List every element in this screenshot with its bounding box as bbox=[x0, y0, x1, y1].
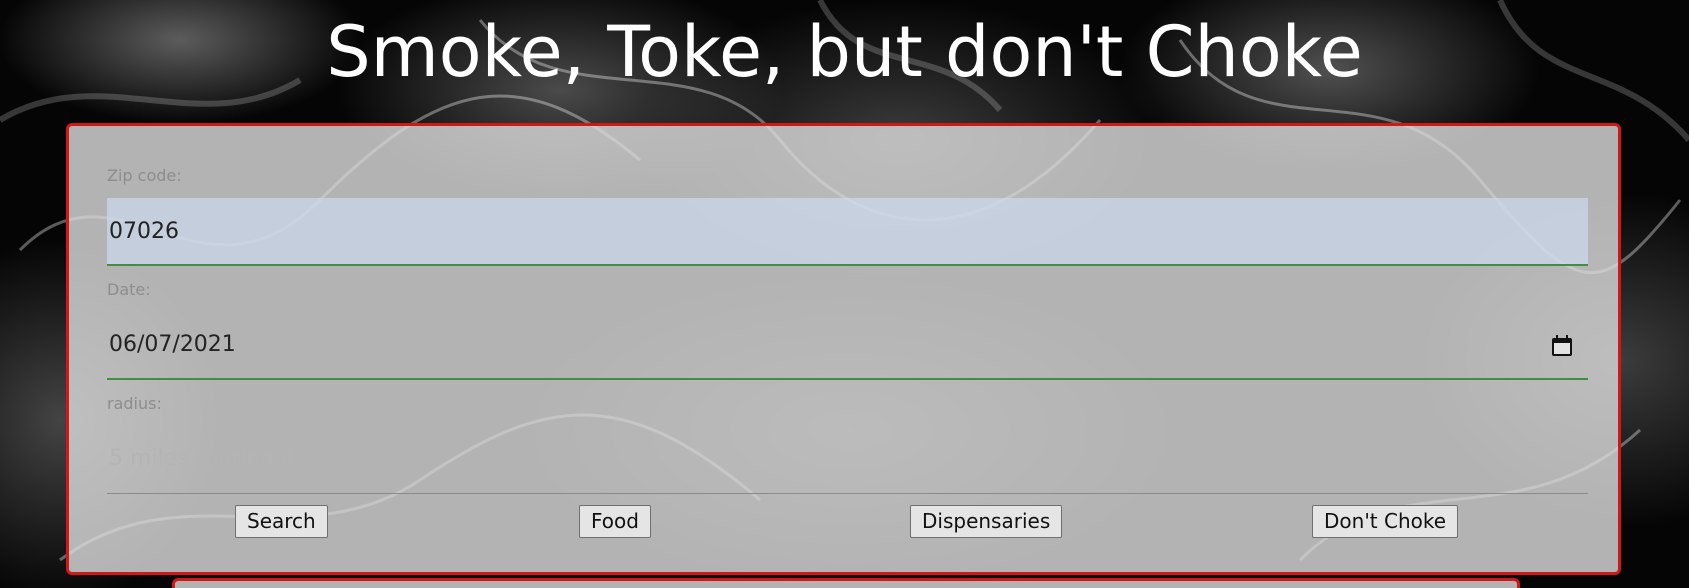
date-label: Date: bbox=[107, 280, 151, 299]
date-input[interactable]: 06/07/2021 bbox=[107, 312, 1588, 380]
radius-label: radius: bbox=[107, 394, 162, 413]
search-form-panel: Zip code: Date: 06/07/2021 radius: 5 mil… bbox=[66, 123, 1621, 575]
zip-code-input[interactable] bbox=[107, 198, 1588, 266]
dont-choke-button[interactable]: Don't Choke bbox=[1312, 505, 1459, 538]
results-panel bbox=[172, 578, 1520, 588]
radius-placeholder: 5 miles (optional bbox=[109, 446, 294, 471]
radius-input[interactable]: 5 miles (optional bbox=[107, 426, 1588, 494]
zip-code-label: Zip code: bbox=[107, 166, 182, 185]
date-value: 06/07/2021 bbox=[109, 332, 236, 357]
calendar-icon[interactable] bbox=[1550, 334, 1574, 358]
page-title: Smoke, Toke, but don't Choke bbox=[326, 11, 1363, 93]
food-button[interactable]: Food bbox=[579, 505, 651, 538]
dispensaries-button[interactable]: Dispensaries bbox=[910, 505, 1063, 538]
search-button[interactable]: Search bbox=[235, 505, 328, 538]
